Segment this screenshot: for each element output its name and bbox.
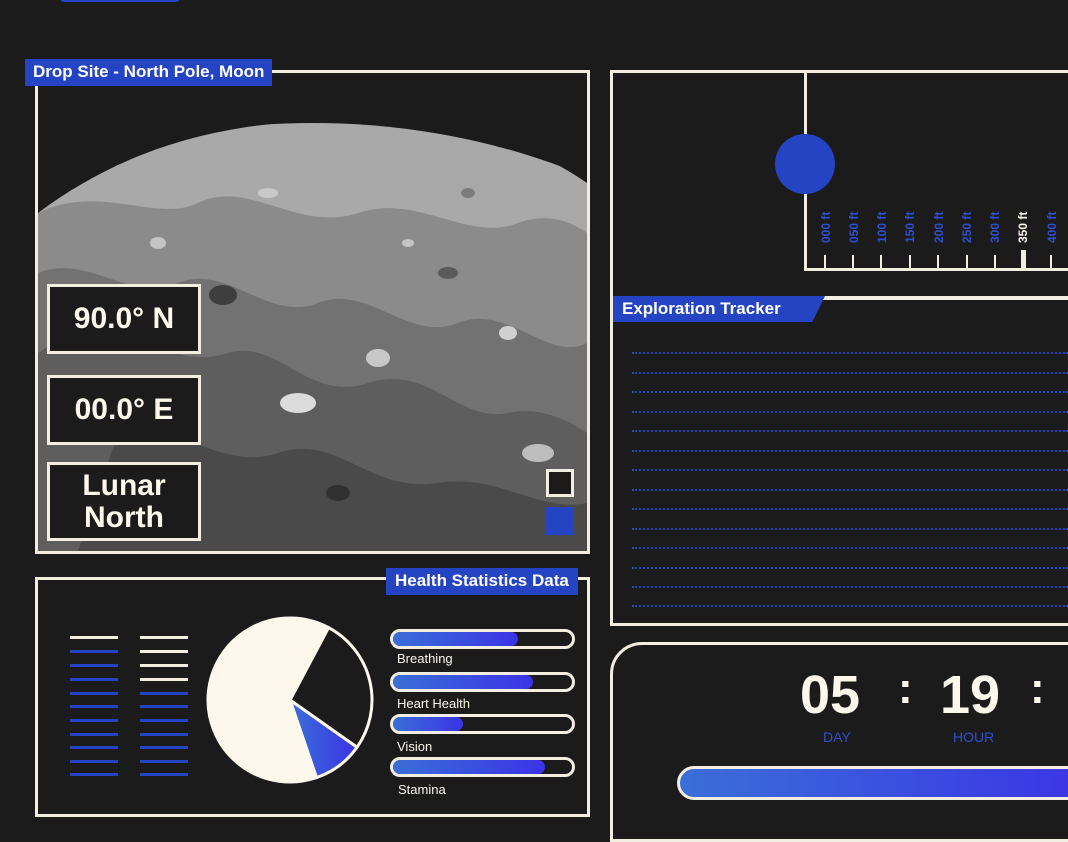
timer-separator: :	[898, 664, 913, 713]
heart-health-bar	[390, 672, 575, 692]
ruler-tick	[966, 255, 968, 269]
breathing-bar	[390, 629, 575, 649]
legend-line	[140, 773, 188, 776]
legend-line	[70, 746, 118, 749]
health-pie-chart	[206, 616, 374, 784]
timer-day: 05	[800, 665, 861, 725]
ruler-label: 100 ft	[875, 211, 889, 243]
grid-line	[632, 528, 1068, 530]
breathing-label: Breathing	[397, 651, 453, 666]
grid-line	[632, 450, 1068, 452]
grid-line	[632, 508, 1068, 510]
legend-line	[70, 760, 118, 763]
legend-line	[140, 733, 188, 736]
ruler-tick	[824, 255, 826, 269]
timer-hour-label: HOUR	[953, 729, 995, 745]
vision-bar	[390, 714, 575, 734]
ruler-tick	[880, 255, 882, 269]
ruler-label: 150 ft	[903, 211, 917, 243]
grid-line	[632, 586, 1068, 588]
drop-site-title: Drop Site - North Pole, Moon	[25, 59, 273, 86]
ruler-label: 050 ft	[847, 211, 861, 243]
legend-line	[140, 719, 188, 722]
ruler-tick	[909, 255, 911, 269]
header-remnant	[60, 0, 180, 2]
ruler-tick	[994, 255, 996, 269]
legend-line	[70, 664, 118, 667]
grid-line	[632, 469, 1068, 471]
ruler-tick-active	[1021, 250, 1026, 269]
grid-line	[632, 489, 1068, 491]
stamina-label: Stamina	[398, 782, 446, 797]
legend-line	[140, 650, 188, 653]
timer-day-label: DAY	[823, 729, 851, 745]
legend-line	[70, 650, 118, 653]
grid-line	[632, 372, 1068, 374]
legend-line	[70, 636, 118, 639]
legend-line	[140, 664, 188, 667]
stamina-bar	[390, 757, 575, 777]
legend-line	[140, 705, 188, 708]
legend-line	[70, 719, 118, 722]
timer-separator-2: :	[1030, 664, 1045, 713]
legend-line	[70, 705, 118, 708]
ruler-label: 000 ft	[819, 211, 833, 243]
legend-line	[70, 678, 118, 681]
map-toggle-blue[interactable]	[546, 507, 574, 535]
ruler-label-active: 350 ft	[1016, 211, 1030, 243]
longitude-readout: 00.0° E	[47, 375, 201, 445]
timer-progress-bar	[677, 766, 1068, 800]
timer-hour: 19	[940, 665, 1001, 725]
ruler-label: 300 ft	[988, 211, 1002, 243]
grid-line	[632, 547, 1068, 549]
latitude-readout: 90.0° N	[47, 284, 201, 354]
depth-indicator-dot[interactable]	[775, 134, 835, 194]
exploration-panel	[610, 296, 1068, 626]
breathing-bar-fill	[393, 632, 519, 646]
legend-line	[140, 692, 188, 695]
region-readout: Lunar North	[47, 462, 201, 541]
grid-line	[632, 567, 1068, 569]
grid-line	[632, 391, 1068, 393]
ruler-label: 400 ft	[1045, 211, 1059, 243]
health-title: Health Statistics Data	[386, 568, 578, 595]
legend-line	[140, 678, 188, 681]
vision-bar-fill	[393, 717, 463, 731]
stamina-bar-fill	[393, 760, 546, 774]
legend-line	[70, 733, 118, 736]
legend-line	[140, 746, 188, 749]
legend-line	[70, 692, 118, 695]
region-line-1: Lunar	[82, 468, 166, 502]
legend-line	[70, 773, 118, 776]
grid-line	[632, 411, 1068, 413]
ruler-tick	[937, 255, 939, 269]
map-toggle-dark[interactable]	[546, 469, 574, 497]
region-line-2: North	[84, 500, 164, 534]
ruler-label: 200 ft	[932, 211, 946, 243]
heart-health-bar-fill	[393, 675, 533, 689]
ruler-baseline	[804, 268, 1068, 271]
depth-panel	[610, 70, 1068, 300]
grid-line	[632, 352, 1068, 354]
vision-label: Vision	[397, 739, 433, 754]
ruler-tick	[1050, 255, 1052, 269]
legend-line	[140, 636, 188, 639]
heart-health-label: Heart Health	[397, 696, 470, 711]
ruler-label: 250 ft	[960, 211, 974, 243]
exploration-title: Exploration Tracker	[622, 299, 781, 318]
grid-line	[632, 605, 1068, 607]
ruler-tick	[852, 255, 854, 269]
grid-line	[632, 430, 1068, 432]
legend-line	[140, 760, 188, 763]
